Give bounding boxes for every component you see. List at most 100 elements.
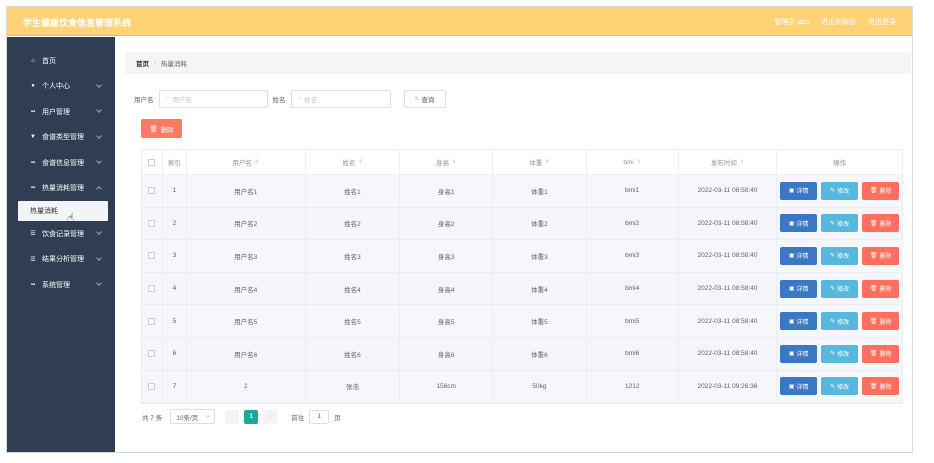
trash-icon: 🗑 bbox=[869, 220, 878, 227]
sidebar-item-diet-record-management[interactable]: ☰ 饮食记录管理 bbox=[7, 221, 115, 247]
edit-button[interactable]: ✎ 修改 bbox=[821, 246, 859, 265]
sidebar-item-label: 热量消耗管理 bbox=[42, 185, 84, 193]
grid-icon: ▪▪ bbox=[30, 159, 36, 166]
chevron-down-icon bbox=[96, 254, 102, 261]
search-button[interactable]: ○ 查询 bbox=[403, 90, 446, 108]
sidebar-item-calorie-management[interactable]: ▪▪ 热量消耗管理 bbox=[7, 176, 115, 202]
next-page-button[interactable]: › bbox=[263, 409, 278, 424]
sidebar-item-personal-center[interactable]: ● 个人中心 bbox=[7, 74, 115, 100]
detail-button[interactable]: ▣ 详情 bbox=[780, 377, 818, 396]
edit-button[interactable]: ✎ 修改 bbox=[821, 344, 859, 363]
app-window: 学生健康饮食信息管理系统 管理员 abo 退出到前台 退出登录 ⌂ 首页 ● 个… bbox=[6, 6, 913, 453]
edit-button[interactable]: ✎ 修改 bbox=[821, 181, 859, 200]
edit-icon: ✎ bbox=[830, 253, 836, 260]
breadcrumb-home[interactable]: 首页 bbox=[136, 58, 149, 68]
row-checkbox-cell bbox=[142, 305, 163, 337]
detail-icon: ▣ bbox=[788, 318, 795, 325]
edit-icon: ✎ bbox=[830, 318, 836, 325]
exit-to-frontend-link[interactable]: 退出到前台 bbox=[821, 17, 856, 27]
list-icon: ☰ bbox=[30, 231, 36, 238]
table-row: 3 用户名3 姓名3 身高3 体重3 bmi3 2022-03-11 08:58:40 ▣ 详情… bbox=[142, 240, 902, 273]
detail-button[interactable]: ▣ 详情 bbox=[780, 344, 818, 363]
row-checkbox[interactable] bbox=[148, 350, 156, 358]
trash-icon: 🗑 bbox=[869, 351, 878, 358]
sort-icon: ⇕ bbox=[358, 159, 363, 165]
batch-delete-button[interactable]: 🗑 删除 bbox=[141, 119, 182, 138]
prev-page-button[interactable]: ‹ bbox=[225, 409, 240, 424]
page-size-select[interactable]: 10条/页 ▾ bbox=[170, 409, 216, 424]
cell-index: 1 bbox=[163, 175, 187, 207]
sidebar-item-result-analysis-management[interactable]: ☰ 结果分析管理 bbox=[7, 247, 115, 273]
sidebar-subitem-calorie-consumption[interactable]: 热量消耗 bbox=[18, 201, 108, 221]
sidebar-item-recipe-type-management[interactable]: ▼ 食谱类型管理 bbox=[7, 125, 115, 151]
edit-icon: ✎ bbox=[830, 351, 836, 358]
detail-button[interactable]: ▣ 详情 bbox=[780, 181, 818, 200]
select-all-checkbox[interactable] bbox=[148, 158, 156, 166]
header-bmi[interactable]: bmi ⇕ bbox=[587, 150, 679, 174]
delete-button[interactable]: 🗑 删除 bbox=[862, 181, 900, 200]
edit-button[interactable]: ✎ 修改 bbox=[821, 214, 859, 233]
cell-index: 2 bbox=[163, 207, 187, 240]
sidebar-item-user-management[interactable]: ▪▪ 用户管理 bbox=[7, 99, 115, 125]
edit-button[interactable]: ✎ 修改 bbox=[821, 377, 859, 396]
row-checkbox[interactable] bbox=[148, 252, 156, 260]
sidebar-item-label: 食谱类型管理 bbox=[42, 134, 84, 142]
name-search-input[interactable]: ○ 姓名 bbox=[290, 90, 391, 108]
admin-label: 管理员 abo bbox=[774, 19, 809, 26]
sidebar-item-label: 用户管理 bbox=[42, 108, 70, 116]
header-name[interactable]: 姓名 ⇕ bbox=[306, 150, 401, 174]
page-number-button[interactable]: 1 bbox=[244, 409, 259, 424]
goto-page-input[interactable]: 1 bbox=[309, 409, 330, 424]
sidebar: ⌂ 首页 ● 个人中心 ▪▪ 用户管理 ▼ 食谱类型管理 ▪▪ 食谱信息管理 ▪… bbox=[7, 37, 115, 452]
header-username[interactable]: 用户名 ⇕ bbox=[187, 150, 306, 174]
cell-index: 7 bbox=[163, 370, 187, 403]
cell-bmi: bmi2 bbox=[587, 207, 679, 240]
detail-button[interactable]: ▣ 详情 bbox=[780, 214, 818, 233]
detail-button-label: 详情 bbox=[796, 319, 809, 326]
chevron-down-icon bbox=[96, 158, 102, 164]
header-label: 体重 bbox=[529, 160, 543, 167]
delete-button[interactable]: 🗑 删除 bbox=[862, 312, 900, 331]
detail-button[interactable]: ▣ 详情 bbox=[780, 312, 818, 331]
row-checkbox[interactable] bbox=[148, 382, 156, 390]
header-height[interactable]: 身高 ⇕ bbox=[400, 150, 494, 174]
edit-button[interactable]: ✎ 修改 bbox=[821, 279, 859, 298]
detail-button[interactable]: ▣ 详情 bbox=[780, 279, 818, 298]
edit-button-label: 修改 bbox=[837, 319, 850, 326]
detail-icon: ▣ bbox=[788, 351, 795, 358]
sidebar-item-home[interactable]: ⌂ 首页 bbox=[7, 48, 115, 74]
delete-button[interactable]: 🗑 删除 bbox=[862, 279, 900, 298]
header-label: bmi bbox=[623, 158, 634, 166]
row-checkbox[interactable] bbox=[148, 219, 156, 227]
header-weight[interactable]: 体重 ⇕ bbox=[493, 150, 587, 174]
cell-time: 2022-03-11 08:58:40 bbox=[679, 175, 778, 207]
sidebar-subitem-label: 热量消耗 bbox=[30, 208, 58, 215]
cell-username: 用户名4 bbox=[187, 272, 306, 305]
header-label: 用户名 bbox=[232, 160, 252, 167]
logout-link[interactable]: 退出登录 bbox=[868, 17, 896, 27]
goto-label: 前往 bbox=[291, 414, 305, 422]
delete-button-label: 删除 bbox=[879, 384, 892, 391]
delete-button[interactable]: 🗑 删除 bbox=[862, 214, 900, 233]
header-actions: 操作 bbox=[833, 160, 847, 167]
table-row: 1 用户名1 姓名1 身高1 体重1 bmi1 2022-03-11 08:58:40 ▣ 详情… bbox=[142, 175, 902, 208]
search-icon: ○ bbox=[165, 96, 170, 102]
header-time[interactable]: 发布时间 ⇕ bbox=[679, 150, 778, 174]
row-checkbox[interactable] bbox=[148, 187, 156, 195]
grid-icon: ▪▪ bbox=[30, 185, 36, 192]
edit-button[interactable]: ✎ 修改 bbox=[821, 312, 859, 331]
breadcrumb-current: 热量消耗 bbox=[160, 61, 187, 68]
detail-button[interactable]: ▣ 详情 bbox=[780, 246, 818, 265]
detail-button-label: 详情 bbox=[796, 287, 809, 294]
cell-index: 6 bbox=[163, 337, 187, 370]
edit-icon: ✎ bbox=[830, 286, 836, 293]
delete-button[interactable]: 🗑 删除 bbox=[862, 344, 900, 363]
row-checkbox[interactable] bbox=[148, 285, 156, 293]
row-checkbox[interactable] bbox=[148, 317, 156, 325]
sidebar-item-system-management[interactable]: ▪▪ 系统管理 bbox=[7, 272, 115, 298]
delete-button-label: 删除 bbox=[879, 352, 892, 359]
username-search-input[interactable]: ○ 用户名 bbox=[158, 90, 268, 108]
delete-button[interactable]: 🗑 删除 bbox=[862, 246, 900, 265]
delete-button[interactable]: 🗑 删除 bbox=[862, 377, 900, 396]
sidebar-item-recipe-info-management[interactable]: ▪▪ 食谱信息管理 bbox=[7, 150, 115, 176]
